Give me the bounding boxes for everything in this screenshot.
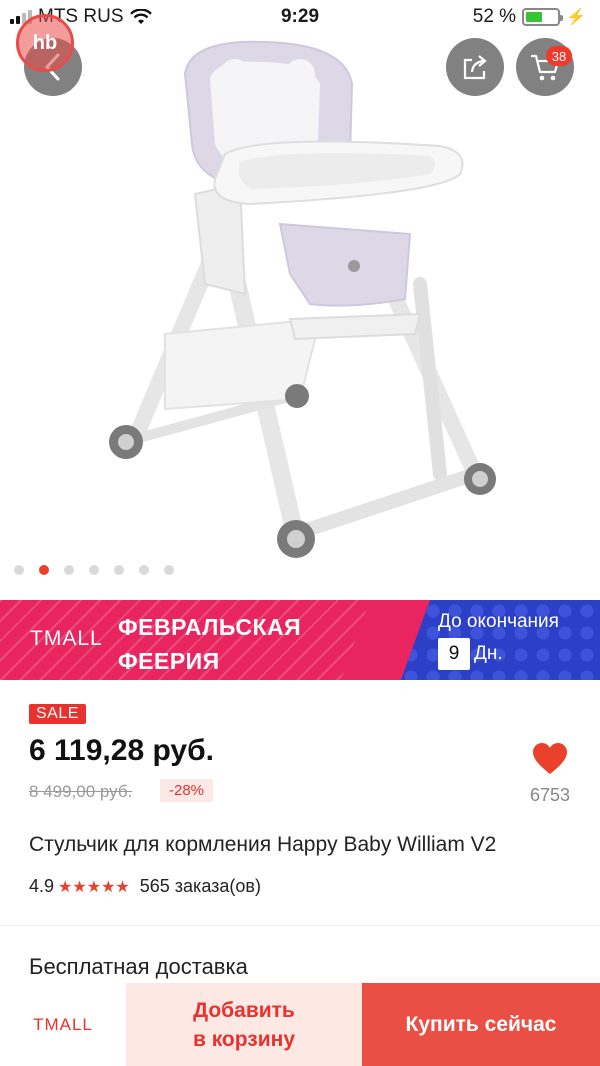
product-image[interactable] [0, 34, 600, 564]
add-to-cart-line2: в корзину [192, 1027, 296, 1051]
product-title: Стульчик для кормления Happy Baby Willia… [29, 833, 497, 856]
countdown-unit: Дн. [474, 643, 503, 664]
pagination-dot[interactable] [89, 565, 99, 575]
rating-value: 4.9 [29, 876, 55, 896]
cart-button[interactable]: 38 [516, 38, 574, 96]
cart-count-badge: 38 [546, 46, 572, 66]
tmall-store-button[interactable]: TMALL [0, 983, 126, 1066]
pagination-dot[interactable] [14, 565, 24, 575]
promo-banner[interactable]: TMALL ФЕВРАЛЬСКАЯ ФЕЕРИЯ До окончания 9 … [0, 600, 600, 680]
status-right: 52 % ⚡ [473, 6, 586, 28]
charging-icon: ⚡ [566, 9, 586, 26]
pagination-dot[interactable] [139, 565, 149, 575]
promo-title-line2: ФЕЕРИЯ [118, 648, 220, 674]
promo-title-line1: ФЕВРАЛЬСКАЯ [118, 614, 302, 640]
current-price: 6 119,28 руб. [29, 734, 214, 767]
add-to-cart-line1: Добавить [193, 998, 295, 1022]
buy-now-button[interactable]: Купить сейчас [362, 983, 600, 1066]
share-icon [463, 55, 487, 80]
old-price: 8 499,00 руб. [29, 782, 133, 801]
battery-icon [522, 8, 564, 26]
divider [0, 925, 600, 926]
rating-row[interactable]: 4.9 ★★★★★ 565 заказа(ов) [29, 876, 261, 897]
wishlist-button[interactable]: 6753 [522, 742, 578, 806]
pagination-dot-active[interactable] [39, 565, 49, 575]
wishlist-count: 6753 [529, 785, 571, 805]
orders-count: 565 заказа(ов) [139, 876, 261, 896]
countdown-label: До окончания [438, 611, 559, 632]
logo-text: hb [32, 31, 58, 54]
share-button[interactable] [446, 38, 504, 96]
countdown-days: 9 [438, 638, 470, 670]
promo-countdown: До окончания 9 Дн. [340, 600, 600, 680]
pagination-dot[interactable] [114, 565, 124, 575]
heart-icon [533, 743, 567, 774]
sale-badge: SALE [29, 704, 86, 724]
delivery-info[interactable]: Бесплатная доставка [29, 954, 248, 980]
discount-badge: -28% [160, 779, 214, 802]
bottom-action-bar: TMALL Добавить в корзину Купить сейчас [0, 983, 600, 1066]
rating-stars: ★★★★★ [58, 878, 130, 896]
image-pagination-dots [14, 565, 174, 575]
tmall-logo: TMALL [30, 627, 103, 650]
happy-baby-logo: hb [16, 14, 74, 72]
pagination-dot[interactable] [64, 565, 74, 575]
promo-title: ФЕВРАЛЬСКАЯ ФЕЕРИЯ [118, 610, 301, 678]
pagination-dot[interactable] [164, 565, 174, 575]
battery-percent: 52 % [472, 6, 517, 27]
status-bar: MTS RUS 9:29 52 % ⚡ [0, 0, 600, 34]
add-to-cart-button[interactable]: Добавить в корзину [126, 983, 362, 1066]
